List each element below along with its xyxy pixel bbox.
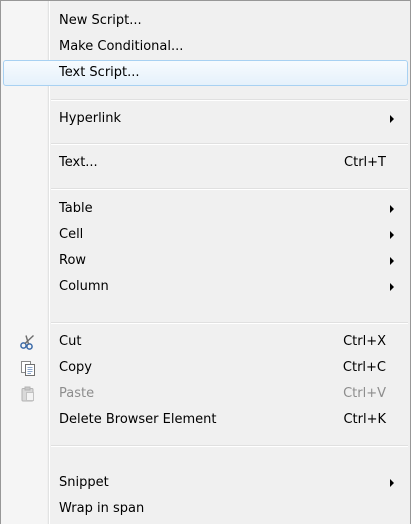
menu-item-snippet[interactable]: Snippet [3, 470, 408, 496]
menu-item-copy[interactable]: Copy Ctrl+C [3, 355, 408, 381]
submenu-arrow-icon [390, 257, 394, 265]
menu-item-delete-browser-element[interactable]: Delete Browser Element Ctrl+K [3, 407, 408, 433]
menu-item-make-conditional[interactable]: Make Conditional... [3, 34, 408, 60]
submenu-arrow-icon [390, 231, 394, 239]
menu-item-label: Delete Browser Element [59, 412, 217, 427]
menu-item-label: Text... [59, 155, 98, 170]
menu-item-text-script[interactable]: Text Script... [3, 60, 408, 86]
submenu-arrow-icon [390, 479, 394, 487]
menu-item-label: Table [59, 201, 93, 216]
context-menu: New Script... Make Conditional... Text S… [0, 0, 411, 524]
copy-icon [19, 359, 37, 377]
menu-item-cell[interactable]: Cell [3, 222, 408, 248]
menu-item-shortcut: Ctrl+V [343, 386, 386, 401]
menu-item-label: Make Conditional... [59, 39, 184, 54]
menu-item-column[interactable]: Column [3, 274, 408, 300]
menu-separator [51, 188, 408, 190]
menu-item-label: Snippet [59, 475, 109, 490]
menu-item-label: Wrap in span [59, 501, 145, 516]
menu-item-label: Column [59, 279, 109, 294]
menu-item-shortcut: Ctrl+X [343, 334, 386, 349]
scissors-icon [19, 333, 37, 351]
submenu-arrow-icon [390, 115, 394, 123]
menu-item-label: Cut [59, 334, 82, 349]
paste-icon [19, 385, 37, 403]
menu-item-paste[interactable]: Paste Ctrl+V [3, 381, 408, 407]
menu-item-shortcut: Ctrl+C [342, 360, 386, 375]
menu-item-label: Text Script... [59, 65, 140, 80]
menu-item-shortcut: Ctrl+K [343, 412, 386, 427]
menu-item-row[interactable]: Row [3, 248, 408, 274]
menu-item-wrap-in-span[interactable]: Wrap in span [3, 496, 408, 522]
menu-item-cut[interactable]: Cut Ctrl+X [3, 329, 408, 355]
menu-item-label: Paste [59, 386, 95, 401]
menu-separator [51, 99, 408, 101]
menu-item-hyperlink[interactable]: Hyperlink [3, 106, 408, 132]
menu-item-text[interactable]: Text... Ctrl+T [3, 150, 408, 176]
menu-item-label: Row [59, 253, 87, 268]
menu-item-label: Copy [59, 360, 92, 375]
menu-item-label: New Script... [59, 13, 142, 28]
menu-item-label: Cell [59, 227, 84, 242]
menu-item-label: Hyperlink [59, 111, 122, 126]
menu-item-shortcut: Ctrl+T [344, 155, 386, 170]
menu-separator [51, 143, 408, 145]
menu-item-table[interactable]: Table [3, 196, 408, 222]
menu-item-new-script[interactable]: New Script... [3, 8, 408, 34]
submenu-arrow-icon [390, 205, 394, 213]
menu-separator [51, 445, 408, 447]
submenu-arrow-icon [390, 283, 394, 291]
menu-separator [51, 322, 408, 324]
